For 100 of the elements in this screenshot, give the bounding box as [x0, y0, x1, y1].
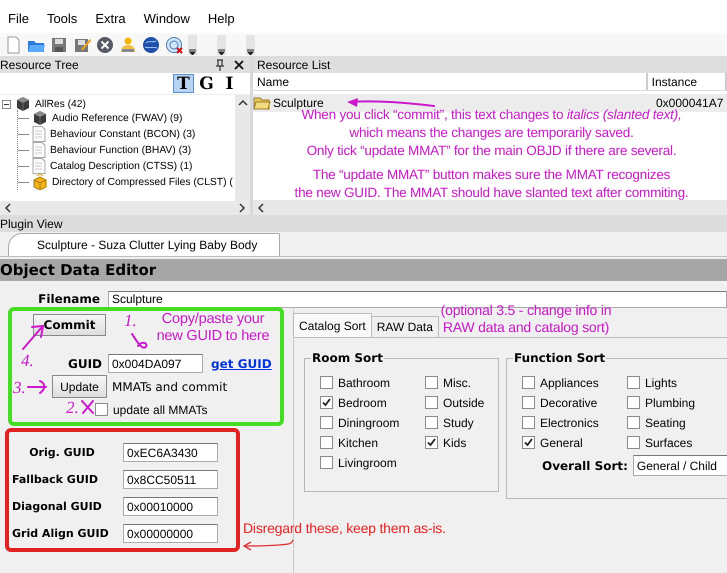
tab[interactable]: RAW Data: [370, 316, 439, 337]
editor-title: Object Data Editor: [0, 261, 156, 279]
checkbox[interactable]: [627, 376, 640, 389]
scroll-left-icon: [4, 203, 11, 213]
checkbox-label: Electronics: [540, 416, 599, 430]
view-toggle-button[interactable]: T: [173, 74, 194, 93]
checkbox[interactable]: [320, 456, 333, 469]
scroll-up-icon: [238, 99, 248, 106]
checkbox[interactable]: [627, 396, 640, 409]
checkbox[interactable]: [425, 376, 438, 389]
panel-title: Resource List: [257, 58, 330, 72]
input-field[interactable]: 0x00000000: [123, 524, 218, 543]
menu-item[interactable]: Help: [208, 11, 235, 26]
checkbox[interactable]: [425, 436, 438, 449]
checkbox[interactable]: [522, 416, 535, 429]
tree-item[interactable]: Catalog Description (CTSS) (1): [50, 160, 192, 172]
checkbox-label: Appliances: [540, 376, 599, 390]
annotation-text: The “update MMAT” button makes sure the MMAT recognizes: [312, 167, 672, 182]
checkbox[interactable]: [320, 436, 333, 449]
scroll-right-icon: [239, 203, 246, 213]
checkbox-label: Surfaces: [645, 436, 692, 450]
group-title: Function Sort: [513, 351, 606, 365]
checkbox-label: Study: [443, 416, 474, 430]
view-toggle-button[interactable]: I: [219, 74, 240, 93]
column-header[interactable]: Instance: [648, 73, 727, 90]
pin-icon[interactable]: [214, 59, 226, 71]
checkbox[interactable]: [522, 396, 535, 409]
checkbox-label: Outside: [443, 396, 484, 410]
menu-item[interactable]: Tools: [46, 11, 78, 26]
checkbox[interactable]: [522, 436, 535, 449]
document-icon: [32, 142, 46, 158]
annotation-text: Only tick “update MMAT” for the main OBJD if there are several.: [306, 143, 678, 158]
annotation-text: which means the changes are temporarily saved.: [348, 125, 635, 140]
checkbox[interactable]: [425, 396, 438, 409]
caret-icon: [218, 48, 225, 54]
document-tab[interactable]: Sculpture - Suza Clutter Lying Baby Body: [8, 233, 280, 256]
collapse-icon[interactable]: [2, 100, 11, 108]
menu-item[interactable]: Extra: [95, 11, 126, 26]
menu-item[interactable]: File: [8, 11, 29, 26]
tree-item[interactable]: Directory of Compressed Files (CLST) (: [52, 176, 233, 188]
checkbox-label: Bathroom: [338, 376, 390, 390]
view-toggle-button[interactable]: G: [196, 74, 217, 93]
menu-item[interactable]: Window: [144, 11, 190, 26]
checkbox[interactable]: [95, 403, 108, 416]
document-icon: [32, 158, 46, 174]
checkbox-label: Kids: [443, 436, 466, 450]
checkbox[interactable]: [627, 416, 640, 429]
checkbox-label: update all MMATs: [113, 402, 208, 416]
checkbox-label: Diningroom: [338, 416, 400, 430]
scroll-left-icon: [257, 202, 264, 212]
arrow-icon: [20, 322, 46, 352]
tab[interactable]: Catalog Sort: [293, 313, 372, 337]
checkbox-label: Livingroom: [338, 456, 397, 470]
table-cell-text: Sculpture: [272, 96, 324, 110]
document-icon: [32, 126, 46, 142]
get-guid-link[interactable]: get GUID: [211, 356, 272, 370]
checkbox[interactable]: [320, 376, 333, 389]
close-icon[interactable]: [234, 60, 244, 70]
step-number: 2.: [66, 398, 79, 418]
field-label: GUID: [66, 356, 102, 370]
checkbox[interactable]: [522, 376, 535, 389]
checkbox[interactable]: [425, 416, 438, 429]
checkbox-label: Lights: [645, 376, 678, 390]
checkbox-label: Decorative: [540, 396, 598, 410]
tree-item[interactable]: Behaviour Function (BHAV) (3): [50, 144, 192, 156]
input-field[interactable]: 0x00010000: [123, 497, 218, 516]
checkbox[interactable]: [320, 416, 333, 429]
checkbox[interactable]: [320, 396, 333, 409]
button-caption: MMATs and commit: [112, 380, 228, 394]
commit-button[interactable]: Commit: [33, 314, 106, 336]
cross-mark-icon: [80, 399, 95, 415]
input-field[interactable]: 0xEC6A3430: [123, 443, 218, 462]
tree-item[interactable]: Behaviour Constant (BCON) (3): [50, 128, 196, 140]
globe-icon[interactable]: [142, 36, 160, 54]
update-button[interactable]: Update: [52, 375, 107, 398]
arrow-icon: [26, 378, 50, 396]
folder-icon: [253, 96, 271, 110]
checkbox-label: Plumbing: [645, 396, 696, 410]
save-icon[interactable]: [50, 36, 68, 54]
caret-icon: [189, 48, 196, 54]
search-cancel-icon[interactable]: [165, 36, 183, 54]
checkbox-label: Kitchen: [338, 436, 378, 450]
people-icon[interactable]: [119, 36, 137, 54]
panel-title: Resource Tree: [0, 58, 80, 72]
checkbox[interactable]: [627, 436, 640, 449]
dropdown[interactable]: General / Child: [632, 455, 727, 476]
column-header[interactable]: Name: [253, 73, 648, 90]
caret-icon: [247, 48, 254, 54]
annotation-text: Copy/paste your new GUID to here: [156, 311, 270, 345]
input-field[interactable]: 0x8CC50511: [123, 470, 218, 489]
close-circle-icon[interactable]: [96, 36, 114, 54]
table-cell-text: 0x000041A7: [656, 96, 724, 110]
annotation-text: Disregard these, keep them as-is.: [243, 520, 446, 536]
checkbox-label: Misc.: [443, 376, 471, 390]
input-field[interactable]: 0x004DA097: [108, 354, 203, 373]
tree-item[interactable]: Audio Reference (FWAV) (9): [52, 112, 182, 124]
tree-item[interactable]: AllRes (42): [35, 98, 86, 110]
arrow-icon: [241, 537, 295, 551]
field-label: Diagonal GUID: [12, 500, 103, 513]
squiggle-icon: [128, 332, 150, 350]
